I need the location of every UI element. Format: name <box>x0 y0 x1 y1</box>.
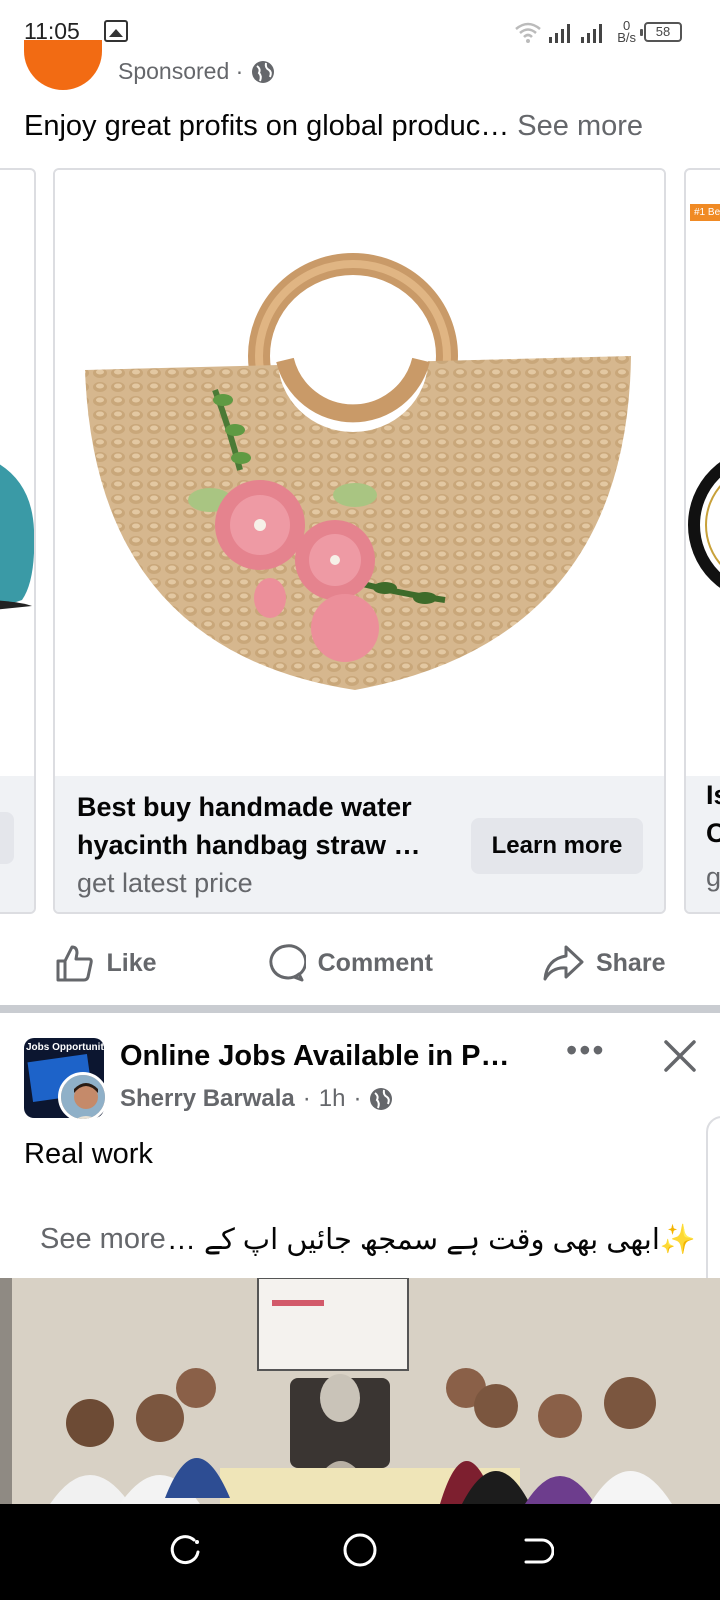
share-label: Share <box>595 948 666 977</box>
comment-button[interactable]: Comment <box>266 943 433 983</box>
page-avatar-label: Jobs Opportunity <box>26 1042 104 1053</box>
card-title: Is C <box>706 780 720 848</box>
recent-apps-icon[interactable] <box>168 1532 204 1568</box>
post-body: Real work <box>24 1138 153 1170</box>
carousel-card-next[interactable]: #1 Be Is C g <box>684 168 720 914</box>
meta-separator: · <box>302 1085 311 1112</box>
post-body-urdu: See more ✨ابھی بھی وقت ہے سمجھ جائیں اپ … <box>40 1222 696 1257</box>
like-button[interactable]: Like <box>55 943 157 983</box>
gallery-notification-icon <box>104 20 128 42</box>
signal-icon <box>549 24 603 43</box>
wifi-icon <box>515 22 542 43</box>
straw-handbag-image <box>85 253 631 690</box>
share-button[interactable]: Share <box>542 943 665 983</box>
post-title[interactable]: Online Jobs Available in P… <box>120 1040 509 1073</box>
bicycle-wheel-image <box>688 462 720 588</box>
home-icon[interactable] <box>342 1532 378 1568</box>
post-photo[interactable] <box>0 1278 720 1504</box>
post-meta: Sherry Barwala · 1h · <box>120 1085 393 1113</box>
card-subtitle: get latest price <box>77 868 253 898</box>
meta-separator: · <box>353 1085 362 1112</box>
back-icon[interactable] <box>518 1532 554 1568</box>
author-avatar[interactable] <box>58 1072 108 1122</box>
post-time[interactable]: 1h <box>319 1085 346 1113</box>
system-nav-bar <box>0 1504 720 1600</box>
sponsored-row: Sponsored · <box>118 58 275 85</box>
network-speed: 0 B/s <box>617 18 636 45</box>
see-more-link[interactable]: See more <box>517 110 643 142</box>
battery-icon: 58 <box>640 22 682 42</box>
share-arrow-icon <box>543 945 584 981</box>
card-title: Best buy handmade water hyacinth handbag… <box>77 792 421 860</box>
office-group-photo <box>0 1278 720 1504</box>
status-bar: 11:05 0 B/s 58 <box>0 0 720 62</box>
carousel-card-previous[interactable] <box>0 168 36 914</box>
see-more-link[interactable]: See more <box>40 1223 166 1256</box>
post-actions: Like Comment Share <box>0 920 720 1006</box>
comment-label: Comment <box>317 948 433 977</box>
car-image <box>0 464 34 610</box>
globe-icon <box>252 60 275 83</box>
like-label: Like <box>106 948 157 977</box>
status-indicators: 0 B/s 58 <box>515 18 682 46</box>
feed-divider <box>0 1005 720 1013</box>
urdu-text: ✨ابھی بھی وقت ہے سمجھ جائیں اپ کے … <box>166 1224 696 1256</box>
sponsored-label: Sponsored · <box>118 58 244 84</box>
globe-icon <box>370 1088 393 1110</box>
thumbs-up-icon <box>56 945 93 982</box>
advertiser-avatar[interactable] <box>24 40 102 90</box>
close-icon[interactable] <box>660 1036 700 1076</box>
card-subtitle: g <box>706 862 720 892</box>
card-footer: Best buy handmade water hyacinth handbag… <box>55 776 664 912</box>
ad-text: Enjoy great profits on global produc… <box>24 110 510 142</box>
learn-more-button[interactable]: Learn more <box>471 818 643 874</box>
product-image <box>55 170 664 778</box>
author-name[interactable]: Sherry Barwala <box>120 1085 295 1113</box>
more-options-icon[interactable]: ••• <box>566 1034 606 1066</box>
comment-bubble-icon <box>269 944 306 982</box>
carousel-card-handbag[interactable]: Best buy handmade water hyacinth handbag… <box>53 168 666 914</box>
ad-post-text: Enjoy great profits on global produc… Se… <box>24 110 643 143</box>
learn-more-button[interactable] <box>0 812 14 864</box>
